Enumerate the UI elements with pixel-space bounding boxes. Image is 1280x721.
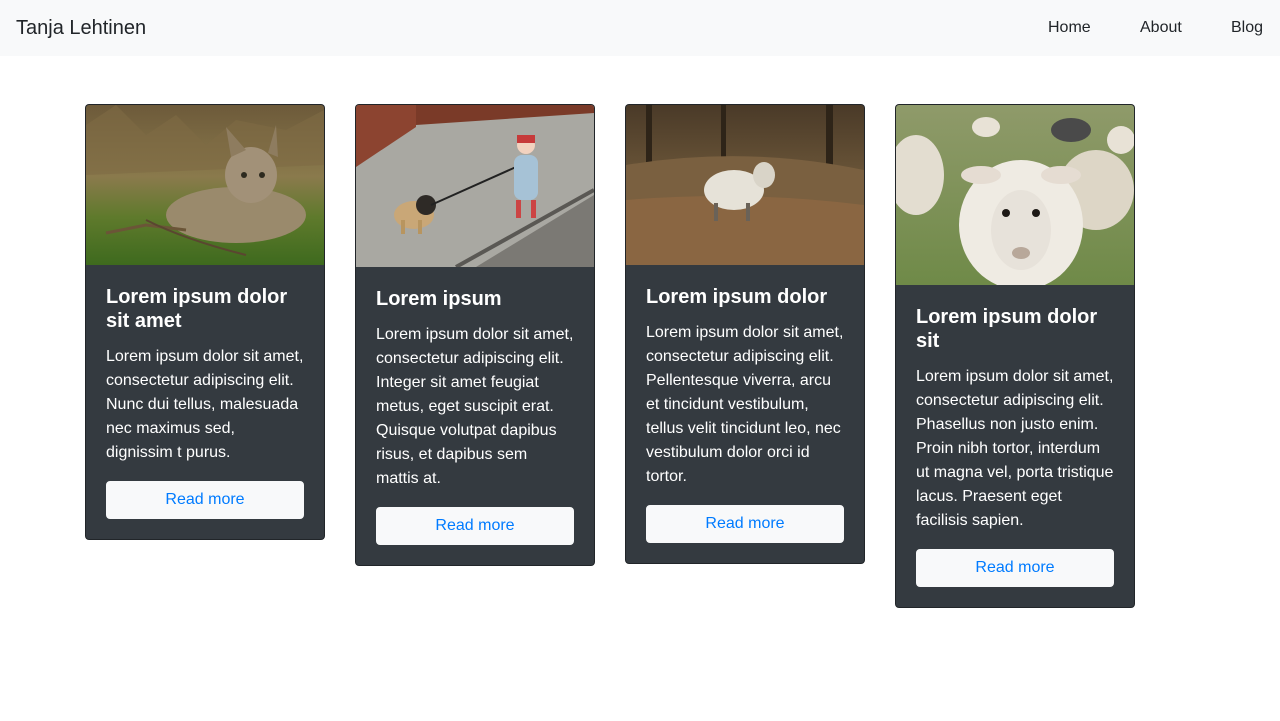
card-text: Lorem ipsum dolor sit amet, consectetur … [916,368,1114,529]
sheep-in-field-photo [626,105,864,265]
card: Lorem ipsum Lorem ipsum dolor sit amet, … [355,104,595,566]
card-text: Lorem ipsum dolor sit amet, consectetur … [376,326,574,487]
read-more-button[interactable]: Read more [916,549,1114,587]
read-more-button[interactable]: Read more [106,481,304,519]
card: Lorem ipsum dolor Lorem ipsum dolor sit … [625,104,865,564]
nav-link-home[interactable]: Home [1048,18,1091,38]
nav-link-about[interactable]: About [1140,18,1182,38]
read-more-button[interactable]: Read more [376,507,574,545]
card: Lorem ipsum dolor sit amet Lorem ipsum d… [85,104,325,540]
card-text: Lorem ipsum dolor sit amet, consectetur … [646,324,844,485]
card: Lorem ipsum dolor sit Lorem ipsum dolor … [895,104,1135,608]
navbar: Tanja Lehtinen Home About Blog [0,0,1280,56]
child-walking-pug-photo [356,105,594,267]
card-title: Lorem ipsum [376,288,502,310]
sheep-closeup-photo [896,105,1134,285]
nav-link-blog[interactable]: Blog [1231,18,1263,38]
card-title: Lorem ipsum dolor sit [916,306,1098,352]
card-title: Lorem ipsum dolor [646,286,828,308]
cat-photo [86,105,324,265]
brand-link[interactable]: Tanja Lehtinen [16,16,146,40]
card-text: Lorem ipsum dolor sit amet, consectetur … [106,348,304,461]
card-title: Lorem ipsum dolor sit amet [106,286,288,332]
read-more-button[interactable]: Read more [646,505,844,543]
